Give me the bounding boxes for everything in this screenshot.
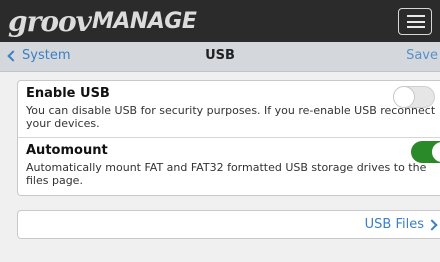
usb-files-link[interactable]: USB Files bbox=[364, 217, 438, 232]
logo-manage-text: MANAGE bbox=[91, 8, 197, 34]
usb-files-label: USB Files bbox=[364, 217, 424, 232]
setting-description: Automatically mount FAT and FAT32 format… bbox=[26, 161, 427, 187]
usb-settings-card: Enable USB You can disable USB for secur… bbox=[17, 80, 440, 196]
automount-toggle[interactable] bbox=[411, 141, 440, 163]
app-header: groov MANAGE bbox=[0, 0, 440, 42]
chevron-right-icon bbox=[426, 218, 438, 231]
hamburger-menu-button[interactable] bbox=[398, 8, 432, 35]
setting-title: Enable USB bbox=[26, 86, 110, 101]
save-button[interactable]: Save bbox=[406, 48, 438, 63]
setting-row-automount: Automount Automatically mount FAT and FA… bbox=[18, 138, 440, 196]
logo-groov-text: groov bbox=[8, 4, 92, 38]
page-title: USB bbox=[205, 48, 235, 63]
enable-usb-toggle[interactable] bbox=[393, 86, 435, 108]
setting-row-enable-usb: Enable USB You can disable USB for secur… bbox=[18, 81, 440, 138]
setting-description: You can disable USB for security purpose… bbox=[26, 104, 436, 130]
nav-bar: System USB Save bbox=[0, 42, 440, 72]
toggle-knob bbox=[393, 86, 415, 108]
toggle-knob bbox=[431, 141, 440, 163]
usb-files-card: USB Files bbox=[17, 210, 440, 239]
groov-manage-logo: groov MANAGE bbox=[8, 2, 197, 40]
hamburger-icon bbox=[407, 15, 425, 17]
setting-title: Automount bbox=[26, 143, 108, 158]
